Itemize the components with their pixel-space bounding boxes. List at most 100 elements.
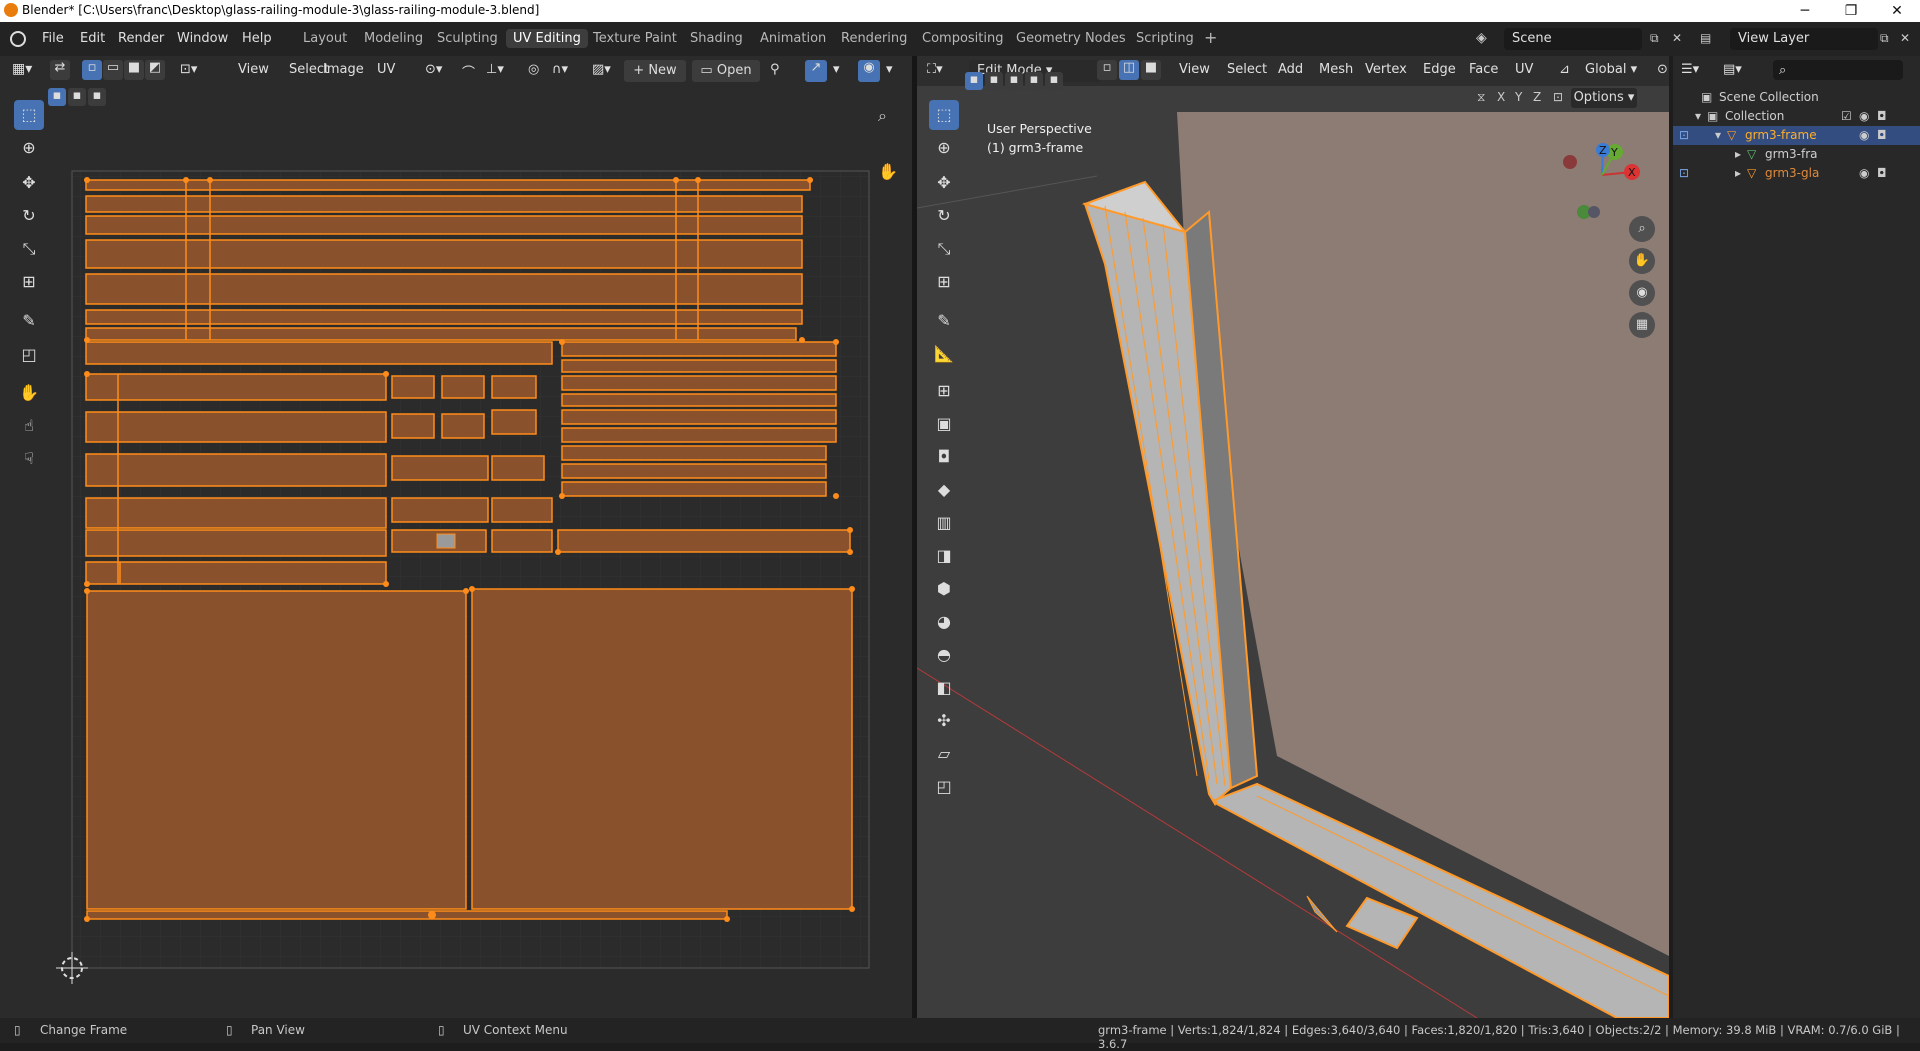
uv-island[interactable] [561,463,827,479]
uv-island[interactable] [561,375,837,391]
blender-menu-icon[interactable] [10,31,26,47]
vp-menu-vertex[interactable]: Vertex [1365,62,1407,77]
new-scene-icon[interactable]: ⧉ [1650,31,1659,46]
uv-island[interactable] [85,453,387,487]
menu-render[interactable]: Render [118,31,164,46]
outliner-item-grm3-fra-mesh[interactable]: ▸ ▽ grm3-fra [1673,145,1920,164]
uv-island[interactable] [391,375,435,399]
perspective-toggle-icon[interactable]: ▦ [1629,312,1655,338]
vp-menu-mesh[interactable]: Mesh [1319,62,1353,77]
shear-tool[interactable]: ▱ [929,739,959,769]
uv-island[interactable] [561,341,837,357]
uv-island[interactable] [491,455,545,481]
menu-file[interactable]: File [42,31,64,46]
uv-island[interactable] [491,409,537,435]
uv-island[interactable] [85,497,387,529]
edit-mode-icon[interactable]: ⊡ [1679,166,1689,180]
vp-menu-select[interactable]: Select [1227,62,1267,77]
pan-view-icon[interactable]: ✋ [1629,248,1655,274]
outliner-editor-type-icon[interactable]: ☰▾ [1681,62,1699,77]
expand-arrow-icon[interactable]: ▸ [1735,147,1741,161]
add-cube-tool[interactable]: ⊞ [929,376,959,406]
tab-shading[interactable]: Shading [690,31,743,46]
scene-icon[interactable]: ◈ [1476,30,1487,46]
tab-texture-paint[interactable]: Texture Paint [593,31,677,46]
mirror-x-toggle[interactable]: X [1497,90,1505,104]
outliner-search-input[interactable]: ⌕ [1773,60,1903,80]
uv-island[interactable] [561,393,837,407]
render-camera-icon[interactable]: ◘ [1877,128,1887,142]
uv-island[interactable] [85,561,387,585]
menu-help[interactable]: Help [242,31,272,46]
uv-island[interactable] [85,373,387,401]
vp-select-intersect-icon[interactable]: ▪ [1045,72,1063,90]
vp-select-extend-icon[interactable]: ▪ [985,72,1003,90]
vp-rotate-tool[interactable]: ↻ [929,201,959,231]
visibility-eye-icon[interactable]: ◉ [1859,166,1869,180]
uv-island[interactable] [85,529,387,557]
vp-select-box-tool[interactable]: ⬚ [929,100,959,130]
tab-modeling[interactable]: Modeling [364,31,423,46]
uv-selected-island[interactable] [436,533,456,549]
visibility-eye-icon[interactable]: ◉ [1859,109,1869,123]
uv-island[interactable] [85,411,387,443]
tab-sculpting[interactable]: Sculpting [437,31,498,46]
mirror-y-toggle[interactable]: Y [1515,90,1522,104]
camera-view-icon[interactable]: ◉ [1629,280,1655,306]
visibility-eye-icon[interactable]: ◉ [1859,128,1869,142]
uv-island[interactable] [85,195,803,213]
zoom-view-icon[interactable]: ⌕ [1629,216,1655,242]
uv-island[interactable] [491,375,537,399]
uv-island[interactable] [441,413,485,439]
uv-island[interactable] [561,427,837,443]
delete-scene-icon[interactable]: ✕ [1672,31,1682,45]
outliner-item-grm3-frame[interactable]: ⊡ ▾ ▽ grm3-frame ◉ ◘ [1673,126,1920,145]
expand-arrow-icon[interactable]: ▸ [1735,166,1741,180]
vp-scale-tool[interactable]: ⤡ [929,234,959,264]
display-mode-icon[interactable]: ▤▾ [1723,62,1742,77]
options-dropdown[interactable]: Options ▾ [1571,88,1637,108]
exclude-checkbox-icon[interactable]: ☑ [1841,109,1852,123]
vp-menu-uv[interactable]: UV [1515,62,1533,77]
uv-island[interactable] [85,341,553,365]
outliner-item-grm3-gla[interactable]: ⊡ ▸ ▽ grm3-gla ◉ ◘ [1673,164,1920,183]
smooth-tool[interactable]: ◓ [929,640,959,670]
vp-menu-face[interactable]: Face [1469,62,1498,77]
view-layer-selector[interactable]: View Layer [1730,28,1878,50]
uv-island[interactable] [85,327,797,341]
3d-viewport[interactable]: ⛶▾ Edit Mode ▾ ▫ ◫ ■ View Select Add Mes… [917,56,1669,1018]
expand-arrow-icon[interactable]: ▾ [1695,109,1701,123]
edge-slide-tool[interactable]: ◧ [929,673,959,703]
menu-edit[interactable]: Edit [80,31,105,46]
vp-cursor-tool[interactable]: ⊕ [929,133,959,163]
edge-mode-icon[interactable]: ◫ [1119,60,1139,80]
uv-island[interactable] [86,590,467,910]
viewport-editor-type-icon[interactable]: ⛶▾ [927,62,943,77]
render-camera-icon[interactable]: ◘ [1877,166,1887,180]
uv-island[interactable] [85,273,803,305]
transform-orientation-selector[interactable]: Global ▾ [1585,62,1637,77]
expand-arrow-icon[interactable]: ▾ [1715,128,1721,142]
tab-animation[interactable]: Animation [760,31,826,46]
uv-island[interactable] [561,445,827,461]
delete-view-layer-icon[interactable]: ✕ [1900,31,1910,45]
uv-island[interactable] [561,481,827,497]
view-layer-icon[interactable]: ▤ [1700,31,1711,45]
vp-transform-tool[interactable]: ⊞ [929,267,959,297]
tab-geometry-nodes[interactable]: Geometry Nodes [1016,31,1126,46]
outliner-collection[interactable]: ▾ ▣ Collection ☑ ◉ ◘ [1673,107,1920,126]
navigation-gizmo[interactable]: X Y Z [1557,130,1657,220]
loop-cut-tool[interactable]: ▥ [929,508,959,538]
render-camera-icon[interactable]: ◘ [1877,109,1887,123]
transform-orientation-icon[interactable]: ⊿ [1559,62,1570,77]
uv-editor[interactable]: ▦▾ ⇄ ▫ ▭ ■ ◩ ⊡▾ View Select Image UV ⊙▾ … [0,56,912,1018]
uv-island[interactable] [85,309,803,325]
vp-select-subtract-icon[interactable]: ▪ [1005,72,1023,90]
vp-select-new-icon[interactable]: ▪ [965,72,983,90]
poly-build-tool[interactable]: ⬢ [929,574,959,604]
knife-tool[interactable]: ◨ [929,541,959,571]
uv-island[interactable] [391,497,489,523]
mirror-z-toggle[interactable]: Z [1533,90,1541,104]
uv-island[interactable] [441,375,485,399]
vp-move-tool[interactable]: ✥ [929,168,959,198]
